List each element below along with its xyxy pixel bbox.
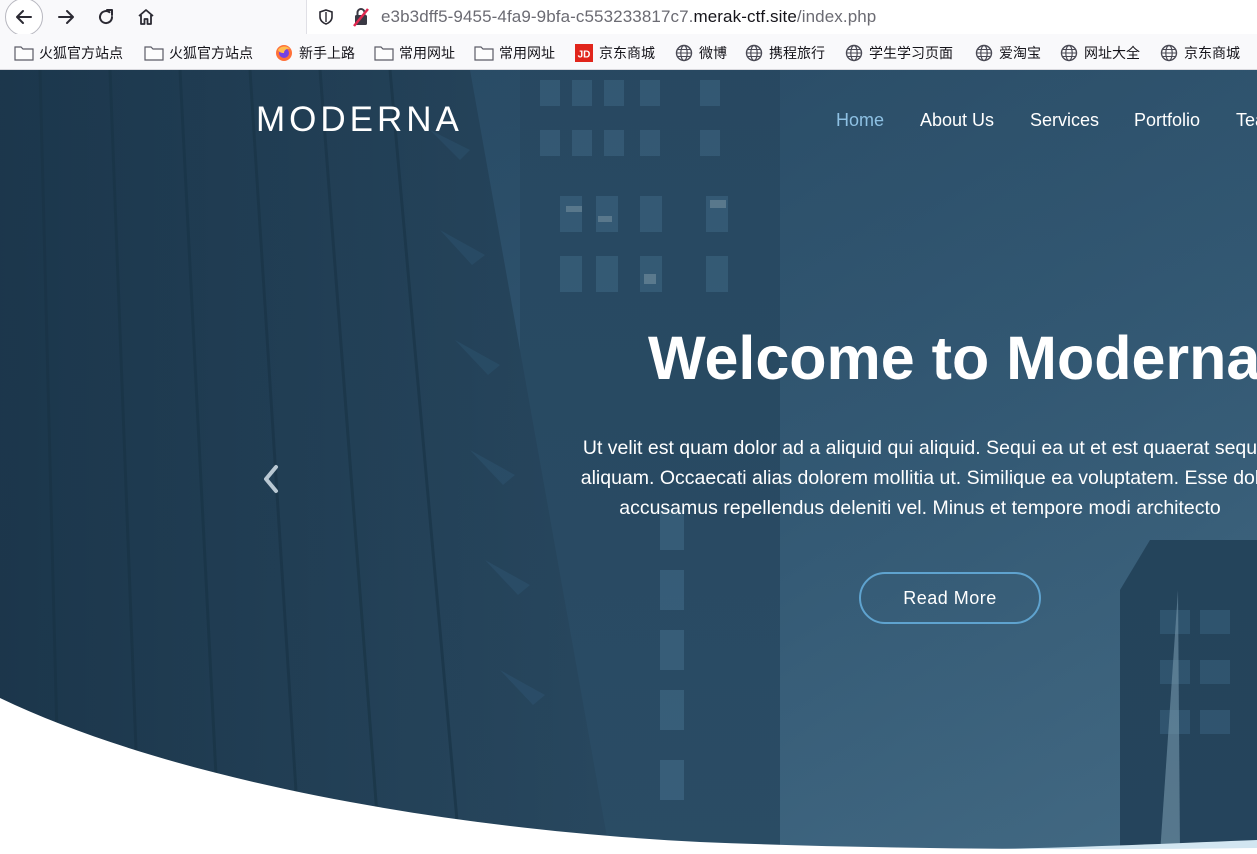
nav-about-us[interactable]: About Us [920, 110, 994, 131]
bookmark-item[interactable]: 常用网址 [374, 43, 455, 63]
jd-icon: JD [574, 44, 594, 62]
forward-button[interactable] [48, 0, 84, 34]
folder-icon [374, 44, 394, 62]
nav-services[interactable]: Services [1030, 110, 1099, 131]
bookmark-item[interactable]: 学生学习页面 [844, 43, 953, 63]
home-button[interactable] [128, 0, 164, 34]
folder-icon [474, 44, 494, 62]
nav-home[interactable]: Home [836, 110, 884, 131]
site-logo[interactable]: MODERNA [256, 100, 463, 140]
reload-icon [99, 9, 114, 25]
arrow-right-icon [58, 10, 74, 24]
globe-icon [744, 44, 764, 62]
bookmark-item[interactable]: 新手上路 [274, 43, 355, 63]
hero-title: Welcome to Moderna [648, 324, 1257, 392]
bookmark-item[interactable]: 常用网址 [474, 43, 555, 63]
carousel-prev-icon[interactable] [258, 462, 284, 496]
hero-section: MODERNA Home About Us Services Portfolio… [0, 70, 1257, 854]
url-text[interactable]: e3b3dff5-9455-4fa9-9bfa-c553233817c7.mer… [381, 7, 876, 27]
insecure-lock-icon[interactable] [351, 6, 371, 33]
bookmark-item[interactable]: 火狐官方站点 [144, 43, 253, 63]
bookmark-item[interactable]: 微博 [674, 43, 727, 63]
home-icon [138, 9, 154, 25]
nav-portfolio[interactable]: Portfolio [1134, 110, 1200, 131]
arrow-left-icon [16, 10, 32, 24]
url-bar[interactable]: e3b3dff5-9455-4fa9-9bfa-c553233817c7.mer… [306, 0, 1257, 34]
bookmark-item[interactable]: 网址大全 [1059, 43, 1140, 63]
read-more-button[interactable]: Read More [859, 572, 1041, 624]
bookmark-item[interactable]: 爱淘宝 [974, 43, 1041, 63]
firefox-icon [274, 44, 294, 62]
folder-icon [144, 44, 164, 62]
nav-team[interactable]: Tea [1236, 110, 1257, 131]
hero-wave-divider [0, 698, 1257, 854]
hero-description: Ut velit est quam dolor ad a aliquid qui… [540, 433, 1257, 523]
tracking-shield-icon[interactable] [317, 8, 335, 31]
folder-icon [14, 44, 34, 62]
browser-toolbar: e3b3dff5-9455-4fa9-9bfa-c553233817c7.mer… [0, 0, 1257, 36]
bookmark-item[interactable]: 火狐官方站点 [14, 43, 123, 63]
globe-icon [674, 44, 694, 62]
hero-text-line: Ut velit est quam dolor ad a aliquid qui… [582, 437, 1257, 459]
hero-text-line: accusamus repellendus deleniti vel. Minu… [619, 497, 1221, 519]
globe-icon [974, 44, 994, 62]
reload-button[interactable] [88, 0, 124, 34]
globe-icon [1159, 44, 1179, 62]
svg-text:JD: JD [578, 50, 591, 61]
globe-icon [1059, 44, 1079, 62]
bookmark-item[interactable]: JD 京东商城 [574, 43, 655, 63]
back-button[interactable] [5, 0, 43, 36]
hero-text-line: aliquam. Occaecati alias dolorem molliti… [580, 467, 1257, 489]
bookmark-item[interactable]: 京东商城 [1159, 43, 1240, 63]
globe-icon [844, 44, 864, 62]
bookmarks-bar: 火狐官方站点 火狐官方站点 新手上路 常用网址 常用网址 JD 京东商城 微博 … [0, 34, 1257, 70]
bookmark-item[interactable]: 携程旅行 [744, 43, 825, 63]
